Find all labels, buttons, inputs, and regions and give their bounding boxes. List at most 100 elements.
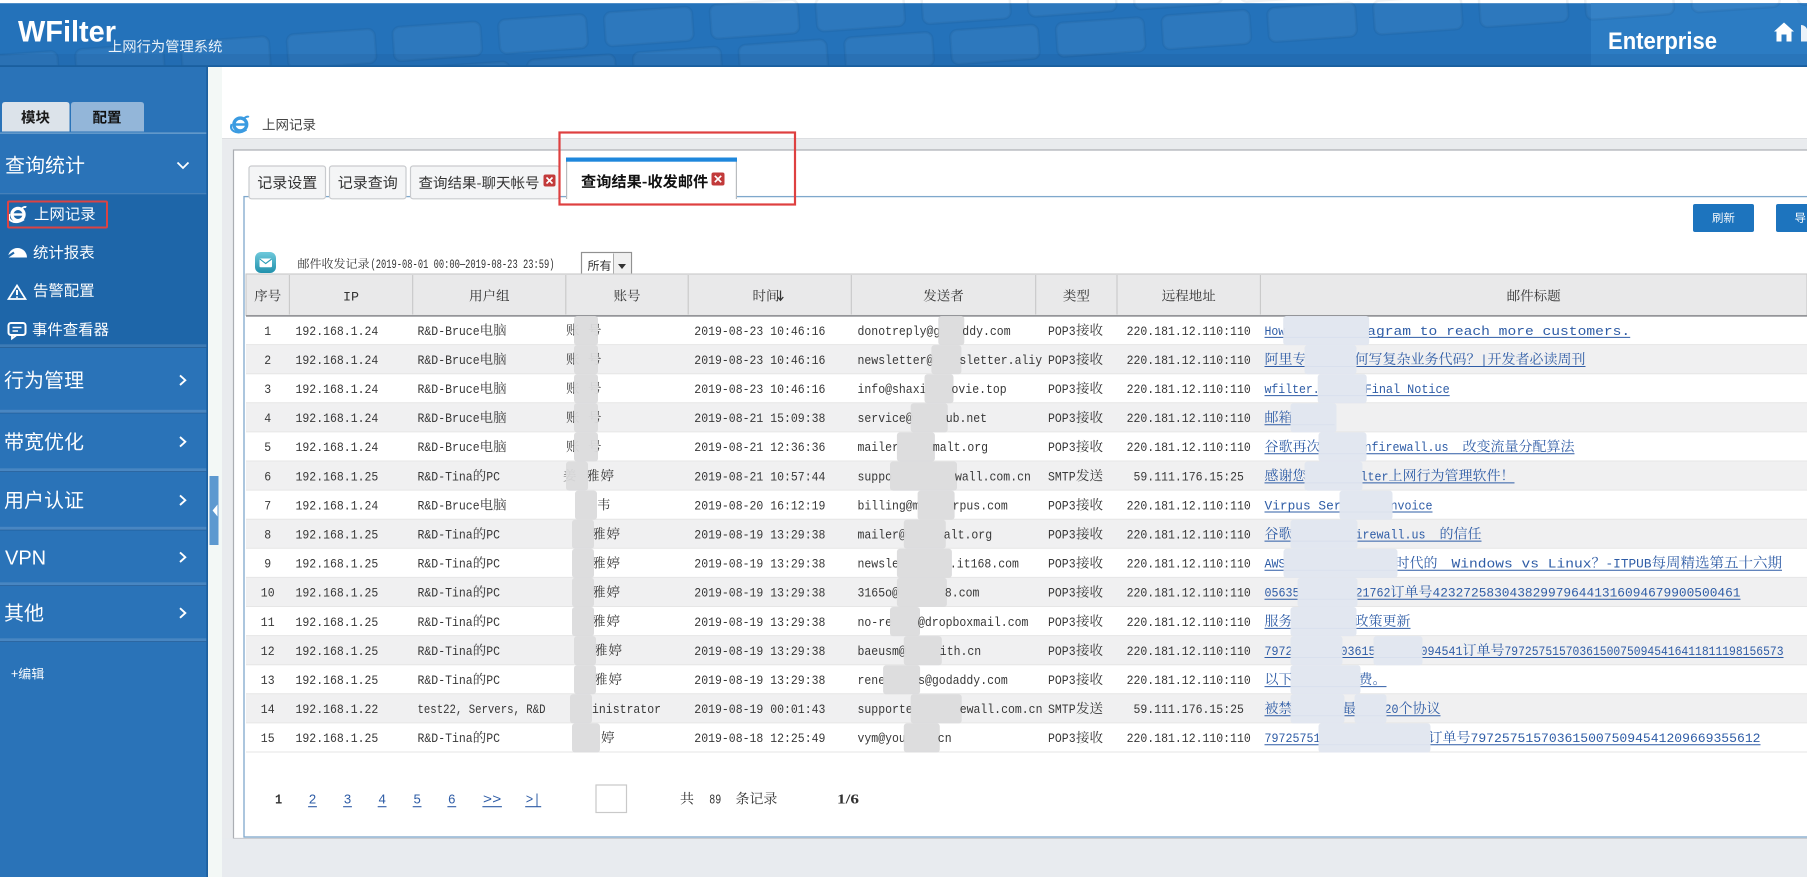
svg-text:(2019-08-01 00:00—2019-08-23 2: (2019-08-01 00:00—2019-08-23 23:59) <box>371 258 555 272</box>
svg-text:R&D-Tina: R&D-Tina <box>418 586 473 601</box>
svg-text:wfilter.: wfilter. <box>1265 382 1320 397</box>
svg-text:SMTP: SMTP <box>1048 702 1076 717</box>
svg-text:baeusm@: baeusm@ <box>858 644 906 659</box>
svg-text:2019-08-19 13:29:38: 2019-08-19 13:29:38 <box>694 673 825 688</box>
svg-text:Windows vs Linux: Windows vs Linux <box>1452 557 1592 572</box>
svg-text:PC: PC <box>486 586 500 601</box>
svg-text:POP3: POP3 <box>1048 673 1076 688</box>
svg-text:PC: PC <box>486 615 500 630</box>
svg-text:4: 4 <box>264 411 271 426</box>
svg-text:R&D-Tina: R&D-Tina <box>418 615 473 630</box>
svg-text:malt.org: malt.org <box>933 440 988 455</box>
svg-text:AWS: AWS <box>1265 557 1286 572</box>
svg-text:220.181.12.110:110: 220.181.12.110:110 <box>1127 673 1251 688</box>
svg-text:WFilter: WFilter <box>18 16 116 49</box>
svg-text:.it168.com: .it168.com <box>950 557 1019 572</box>
svg-text:797257515703615007509454120966: 7972575157036150075094541209669355612 <box>1471 731 1761 746</box>
svg-text:R&D-Tina: R&D-Tina <box>418 644 473 659</box>
svg-text:220.181.12.110:110: 220.181.12.110:110 <box>1127 353 1251 368</box>
svg-text:POP3: POP3 <box>1048 528 1076 543</box>
svg-text:192.168.1.24: 192.168.1.24 <box>296 498 379 513</box>
svg-text:2019-08-20 16:12:19: 2019-08-20 16:12:19 <box>694 498 825 513</box>
svg-text:nfirewall.us: nfirewall.us <box>1365 440 1449 455</box>
svg-text:8.com: 8.com <box>945 586 980 601</box>
svg-text:1: 1 <box>264 324 271 339</box>
svg-text:423272583043829979644131609467: 4232725830438299796441316094679900500461 <box>1433 586 1741 601</box>
svg-text:2019-08-19 13:29:38: 2019-08-19 13:29:38 <box>694 557 825 572</box>
svg-text:2019-08-23 10:46:16: 2019-08-23 10:46:16 <box>694 353 825 368</box>
svg-text:192.168.1.25: 192.168.1.25 <box>296 673 379 688</box>
svg-text:POP3: POP3 <box>1048 498 1076 513</box>
svg-text:2019-08-21 10:57:44: 2019-08-21 10:57:44 <box>694 469 825 484</box>
svg-text:192.168.1.24: 192.168.1.24 <box>296 411 379 426</box>
svg-text:POP3: POP3 <box>1048 615 1076 630</box>
svg-text:220.181.12.110:110: 220.181.12.110:110 <box>1127 644 1251 659</box>
svg-text:192.168.1.22: 192.168.1.22 <box>296 702 379 717</box>
svg-text:PC: PC <box>486 673 500 688</box>
svg-text:5: 5 <box>264 440 271 455</box>
svg-text:no-re: no-re <box>858 615 893 630</box>
svg-text:10: 10 <box>261 586 275 601</box>
svg-text:192.168.1.25: 192.168.1.25 <box>296 644 379 659</box>
svg-text:cn: cn <box>938 731 952 746</box>
svg-text:192.168.1.24: 192.168.1.24 <box>296 440 379 455</box>
svg-text:POP3: POP3 <box>1048 353 1076 368</box>
svg-text:9: 9 <box>264 557 271 572</box>
svg-text:15: 15 <box>261 731 275 746</box>
svg-text:ith.cn: ith.cn <box>940 644 981 659</box>
svg-text:billing@m: billing@m <box>858 498 920 513</box>
svg-text:POP3: POP3 <box>1048 586 1076 601</box>
svg-text:192.168.1.25: 192.168.1.25 <box>296 586 379 601</box>
svg-text:220.181.12.110:110: 220.181.12.110:110 <box>1127 586 1251 601</box>
svg-text:1/6: 1/6 <box>837 793 859 808</box>
svg-text:rpus.com: rpus.com <box>953 498 1008 513</box>
svg-text:vym@you: vym@you <box>858 731 906 746</box>
svg-text:ewall.com.cn: ewall.com.cn <box>960 702 1043 717</box>
svg-text:59.111.176.15:25: 59.111.176.15:25 <box>1134 469 1244 484</box>
svg-text:PC: PC <box>486 731 500 746</box>
svg-text:POP3: POP3 <box>1048 731 1076 746</box>
svg-text:21762: 21762 <box>1356 586 1391 601</box>
svg-text:220.181.12.110:110: 220.181.12.110:110 <box>1127 731 1251 746</box>
svg-text:2019-08-19 13:29:38: 2019-08-19 13:29:38 <box>694 615 825 630</box>
svg-text:Enterprise: Enterprise <box>1608 28 1717 55</box>
svg-text:lter: lter <box>1361 469 1389 484</box>
svg-text:sletter.aliy: sletter.aliy <box>959 353 1042 368</box>
svg-text:192.168.1.25: 192.168.1.25 <box>296 731 379 746</box>
svg-text:service@: service@ <box>858 411 913 426</box>
svg-text:89: 89 <box>709 794 721 809</box>
svg-text:3165o@: 3165o@ <box>858 586 900 601</box>
svg-text:R&D-Tina: R&D-Tina <box>418 673 473 688</box>
svg-text:05635: 05635 <box>1265 586 1300 601</box>
svg-text:Virpus Ser: Virpus Ser <box>1265 498 1342 513</box>
svg-text:R&D-Bruce: R&D-Bruce <box>418 324 480 339</box>
svg-text:|: | <box>1481 353 1488 368</box>
svg-text:220.181.12.110:110: 220.181.12.110:110 <box>1127 324 1251 339</box>
svg-text:R&D-Bruce: R&D-Bruce <box>418 440 480 455</box>
svg-text:13: 13 <box>261 673 275 688</box>
svg-text:POP3: POP3 <box>1048 557 1076 572</box>
svg-text:192.168.1.24: 192.168.1.24 <box>296 324 379 339</box>
svg-text:220.181.12.110:110: 220.181.12.110:110 <box>1127 382 1251 397</box>
svg-text:192.168.1.25: 192.168.1.25 <box>296 528 379 543</box>
svg-text:094541: 094541 <box>1421 644 1463 659</box>
svg-text:POP3: POP3 <box>1048 411 1076 426</box>
svg-text:inistrator: inistrator <box>592 702 661 717</box>
svg-text:192.168.1.24: 192.168.1.24 <box>296 353 379 368</box>
svg-text:220.181.12.110:110: 220.181.12.110:110 <box>1127 498 1251 513</box>
svg-text:220.181.12.110:110: 220.181.12.110:110 <box>1127 615 1251 630</box>
svg-text:220.181.12.110:110: 220.181.12.110:110 <box>1127 411 1251 426</box>
svg-text:@dropboxmail.com: @dropboxmail.com <box>918 615 1029 630</box>
svg-text:ddy.com: ddy.com <box>962 324 1010 339</box>
svg-text:donotreply@g: donotreply@g <box>858 324 941 339</box>
svg-text:R&D-Bruce: R&D-Bruce <box>418 498 480 513</box>
svg-text:2019-08-23 10:46:16: 2019-08-23 10:46:16 <box>694 324 825 339</box>
svg-text:7972: 7972 <box>1265 644 1293 659</box>
svg-text:agram to reach more custom: agram to reach more customers. <box>1367 324 1630 339</box>
svg-text:wall.com.cn: wall.com.cn <box>955 469 1031 484</box>
svg-text:POP3: POP3 <box>1048 644 1076 659</box>
svg-text:rene: rene <box>858 673 886 688</box>
svg-text:supporte: supporte <box>858 702 913 717</box>
svg-text:POP3: POP3 <box>1048 382 1076 397</box>
svg-text:Final Notice: Final Notice <box>1365 382 1450 397</box>
